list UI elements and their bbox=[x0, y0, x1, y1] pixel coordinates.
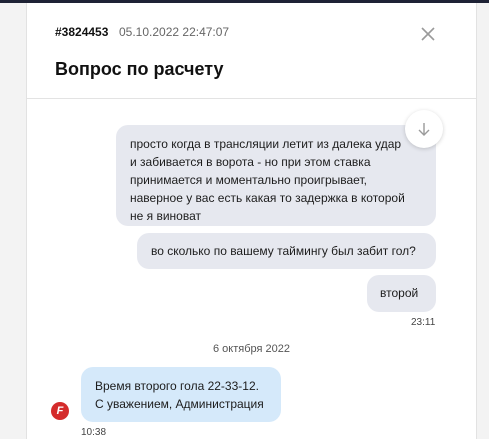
ticket-panel: #3824453 05.10.2022 22:47:07 Вопрос по р… bbox=[26, 3, 477, 439]
date-separator: 6 октября 2022 bbox=[213, 343, 290, 355]
message-line: Время второго гола 22-33-12. bbox=[95, 379, 259, 393]
user-message: во сколько по вашему таймингу был забит … bbox=[137, 233, 436, 269]
user-message: просто когда в трансляции летит из далек… bbox=[116, 125, 436, 226]
ticket-datetime: 05.10.2022 22:47:07 bbox=[119, 25, 230, 39]
user-message: второй bbox=[367, 275, 436, 312]
brand-logo-icon: F bbox=[51, 402, 69, 420]
message-time: 23:11 bbox=[411, 317, 436, 328]
ticket-header: #3824453 05.10.2022 22:47:07 Вопрос по р… bbox=[27, 3, 476, 99]
scroll-to-bottom-button[interactable] bbox=[405, 110, 443, 148]
message-line: и забивается в ворота - но при этом став… bbox=[130, 155, 371, 169]
message-line: С уважением, Администрация bbox=[95, 397, 264, 411]
message-line: принимается и моментально проигрывает, bbox=[130, 173, 367, 187]
arrow-down-icon bbox=[418, 123, 430, 136]
close-icon[interactable] bbox=[419, 25, 437, 43]
message-line: наверное у вас есть какая то задержка в … bbox=[130, 191, 405, 205]
ticket-id: #3824453 bbox=[55, 25, 109, 39]
page-title: Вопрос по расчету bbox=[55, 59, 224, 79]
message-line: просто когда в трансляции летит из далек… bbox=[130, 137, 402, 151]
admin-message: Время второго гола 22-33-12. С уважением… bbox=[81, 367, 281, 422]
message-line: не я виноват bbox=[130, 209, 201, 223]
message-time: 10:38 bbox=[81, 427, 107, 438]
